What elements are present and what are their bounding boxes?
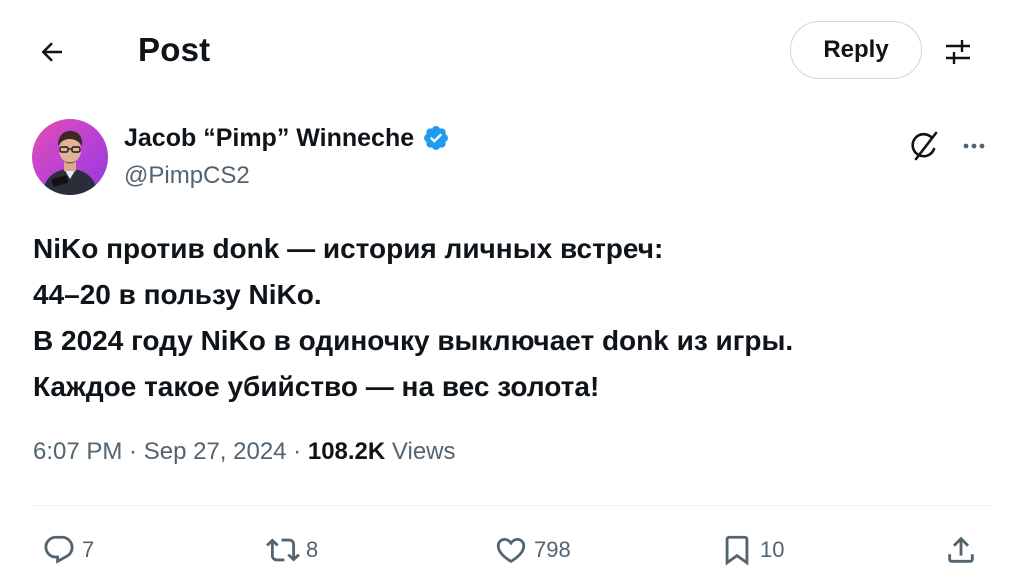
avatar-photo: [42, 131, 98, 195]
back-button[interactable]: [30, 30, 74, 74]
settings-button[interactable]: [938, 32, 978, 72]
reply-icon: [44, 535, 74, 564]
reply-button[interactable]: Reply: [790, 21, 922, 79]
tweet-text: NiKo против donk — история личных встреч…: [33, 226, 993, 410]
reply-action-button[interactable]: 7: [42, 525, 94, 575]
bookmark-action-button[interactable]: 10: [720, 525, 784, 575]
tweet-meta: 6:07 PM · Sep 27, 2024 · 108.2K Views: [33, 436, 456, 468]
repost-action-button[interactable]: 8: [266, 525, 318, 575]
repost-icon: [266, 538, 300, 562]
page-title: Post: [138, 31, 211, 68]
more-options-button[interactable]: [954, 126, 994, 166]
arrow-left-icon: [41, 42, 62, 62]
verified-badge-icon: [424, 126, 449, 150]
sliders-icon: [946, 40, 970, 64]
bookmark-icon: [725, 535, 749, 566]
top-bar: Post Reply: [0, 0, 1024, 100]
tweet-date[interactable]: Sep 27, 2024: [144, 438, 287, 465]
meta-separator: ·: [286, 438, 308, 465]
meta-separator: ·: [122, 438, 144, 465]
tweet-line: 44–20 в пользу NiKo.: [33, 279, 322, 310]
divider: [33, 505, 991, 506]
like-count: 798: [534, 537, 571, 562]
bookmark-count: 10: [760, 537, 785, 562]
more-horizontal-icon: [963, 143, 985, 149]
tweet-time[interactable]: 6:07 PM: [33, 438, 122, 465]
author-name[interactable]: Jacob “Pimp” Winneche: [124, 122, 450, 154]
action-bar: 7 8 798 10: [0, 525, 1024, 575]
author-name-text: Jacob “Pimp” Winneche: [124, 124, 415, 152]
tweet-line: В 2024 году NiKo в одиночку выключает do…: [33, 325, 794, 356]
author-handle[interactable]: @PimpCS2: [124, 161, 250, 191]
views-label: Views: [391, 438, 456, 465]
grok-button[interactable]: [904, 126, 944, 166]
tweet-line: Каждое такое убийство — на вес золота!: [33, 371, 600, 402]
like-action-button[interactable]: 798: [494, 525, 571, 575]
views-count[interactable]: 108.2K: [308, 438, 385, 465]
reply-count: 7: [82, 537, 95, 562]
heart-icon: [496, 537, 526, 563]
repost-count: 8: [306, 537, 319, 562]
avatar[interactable]: [32, 119, 108, 195]
grok-icon: [911, 131, 938, 161]
share-icon: [948, 536, 974, 563]
share-action-button[interactable]: [944, 525, 978, 575]
tweet-line: NiKo против donk — история личных встреч…: [33, 233, 664, 264]
